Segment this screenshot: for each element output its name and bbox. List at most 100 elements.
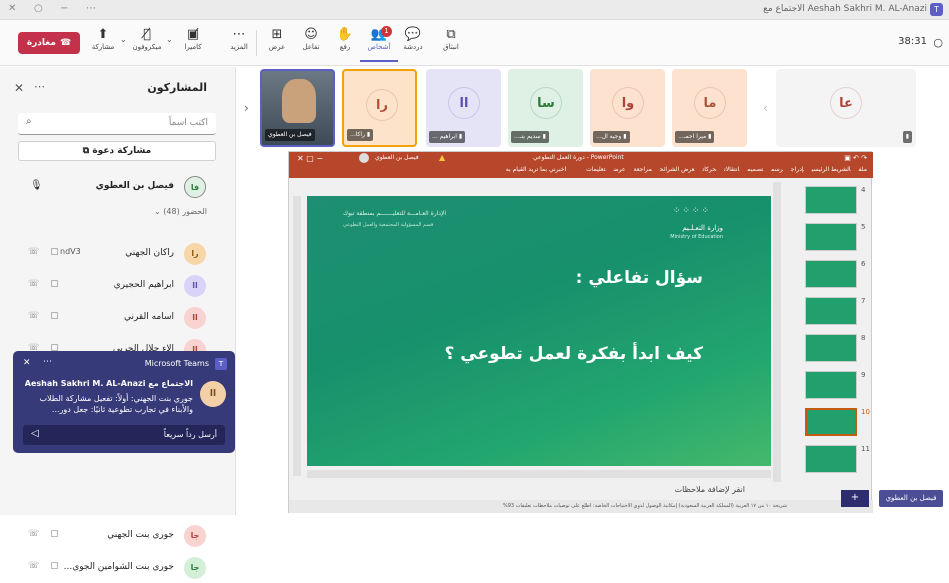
people-badge: 1 (381, 26, 392, 37)
slide-canvas[interactable]: الإدارة العـامـــة للتعليـــــــم بمنطقة… (307, 196, 771, 466)
slide-thumbnail[interactable] (805, 445, 857, 473)
popout-button[interactable]: ⧉ انبثاق (432, 26, 470, 51)
meeting-timer: 38:31 (898, 36, 927, 47)
maximize-icon[interactable]: ○ (34, 3, 43, 14)
more-button[interactable]: ⋯ المزيد (220, 26, 258, 51)
notes-pane[interactable]: انقر لإضافة ملاحظات (307, 482, 771, 498)
slide-scrollbar[interactable] (773, 182, 781, 482)
chevron-left-icon[interactable]: ‹ (763, 101, 768, 115)
participant-tile[interactable]: وا ▮ وجيه ال... (590, 69, 665, 147)
slide-ministry-en: Ministry of Education (670, 234, 723, 240)
notification-toast[interactable]: ✕ ⋯ Microsoft Teams T الاجتماع مع Aeshah… (13, 351, 235, 453)
ppt-menu-item[interactable]: عرض (614, 166, 626, 173)
tell-me-text[interactable]: أخبرني بما تريد القيام به (506, 166, 566, 173)
more-icon[interactable]: ⋯ (86, 3, 96, 14)
chat-button[interactable]: 💬 دردشة (394, 26, 432, 51)
tile-name: ▮ سديم بنـ... (511, 131, 549, 143)
send-icon[interactable]: ◁ (31, 428, 39, 439)
share-icon: ⧉ (82, 146, 90, 156)
slide-thumbnail[interactable] (805, 371, 857, 399)
participant-tile[interactable]: ما ▮ ميرا احمـ... (672, 69, 747, 147)
mic-on-icon: 🎙 (30, 180, 43, 191)
slide-thumbnail[interactable] (805, 186, 857, 214)
participant-name: ابراهيم الحجيري (113, 280, 174, 290)
ppt-menu-item[interactable]: حركات (703, 166, 717, 173)
slide-thumbnails: 4 5 6 7 8 9 10 11 (789, 182, 870, 482)
share-invite-button[interactable]: مشاركة دعوة ⧉ (18, 141, 216, 161)
ppt-menu-item[interactable]: إدراج (791, 166, 804, 173)
participant-tile[interactable]: فيصل بن العطوي (260, 69, 335, 147)
participant-row[interactable]: ☏ ▢ جوري بنت الجهني جا (0, 521, 236, 551)
participant-tile[interactable]: را ▮ راكا... (342, 69, 417, 147)
close-window-icon[interactable]: ✕ (8, 3, 16, 14)
slide-ministry-ar: وزارة التعـلـيم (682, 224, 723, 232)
participant-tile[interactable]: سا ▮ سديم بنـ... (508, 69, 583, 147)
save-icon[interactable]: ▣ ↶ ↷ (844, 154, 867, 162)
share-screen-icon: ⬆ (97, 27, 109, 42)
horizontal-scrollbar[interactable] (307, 470, 771, 478)
slide-thumbnail[interactable] (805, 334, 857, 362)
participant-row[interactable]: ☏ ▢ جوري بنت الشوامين الجوي... جا (0, 553, 236, 583)
notification-app: Microsoft Teams (144, 359, 209, 368)
camera-label: كاميرا (184, 43, 202, 51)
vertical-scrollbar[interactable] (293, 196, 301, 476)
participant-action-icons[interactable]: ☏ ▢ (28, 529, 63, 539)
popout-icon: ⧉ (446, 27, 456, 42)
mic-options-chevron-icon[interactable]: ⌄ (120, 35, 127, 44)
presenter-row[interactable]: 🎙 فيصل بن العطوي فا (0, 172, 236, 202)
slide-thumbnail[interactable] (805, 297, 857, 325)
participant-row[interactable]: ☏ ▢ اسامه القرني اا (0, 303, 236, 333)
quick-reply-input[interactable]: أرسل رداً سريعاً ◁ (23, 425, 225, 445)
close-window-icon[interactable]: ✕ ▢ − (297, 154, 323, 163)
tile-name-text: راكا... (350, 131, 365, 138)
minimize-icon[interactable]: − (60, 3, 68, 14)
ppt-menu-item[interactable]: تعليمات (586, 166, 605, 173)
add-icon[interactable]: + (841, 490, 869, 507)
slide-thumbnail[interactable] (805, 260, 857, 288)
shared-powerpoint-window: ✕ ▢ − فيصل بن العطوي ▲ PowerPoint - دورة… (288, 151, 873, 513)
participant-row[interactable]: ☏ ▢ ndV3 راكان الجهني را (0, 239, 236, 269)
raise-hand-label: رفع (339, 43, 351, 51)
leave-button[interactable]: مغادرة ☎ (18, 32, 80, 54)
more-options-icon[interactable]: ⋯ (43, 357, 52, 367)
ppt-menu-item[interactable]: رسم (771, 166, 783, 173)
react-label: تفاعل (302, 43, 320, 51)
panel-title: المشاركون (147, 81, 207, 94)
slide-thumbnail[interactable] (805, 408, 857, 436)
participant-action-icons[interactable]: ☏ ▢ (28, 311, 63, 321)
view-button[interactable]: ⊞ عرض (258, 26, 296, 51)
ministry-logo-icon: ⁘⁘⁘⁘ (672, 206, 711, 216)
attendees-section-header[interactable]: الحضور (48) ⌄ (154, 207, 207, 216)
camera-button[interactable]: ▣̸ كاميرا (174, 26, 212, 51)
close-icon[interactable]: ✕ (14, 81, 24, 95)
participant-action-icons[interactable]: ☏ ▢ (28, 561, 63, 571)
participant-row[interactable]: ☏ ▢ ابراهيم الحجيري اا (0, 271, 236, 301)
chevron-right-icon[interactable]: › (244, 101, 249, 115)
react-button[interactable]: ☺ تفاعل (292, 26, 330, 51)
participant-tile[interactable]: عا ▮ (776, 69, 916, 147)
participant-action-icons[interactable]: ☏ ▢ (28, 247, 63, 257)
ppt-user: فيصل بن العطوي (375, 154, 419, 161)
ppt-menu-item[interactable]: مراجعة (634, 166, 652, 173)
people-button[interactable]: 👥 1 أشخاص (360, 26, 398, 62)
ppt-menu-item[interactable]: ملف (859, 166, 867, 173)
camera-options-chevron-icon[interactable]: ⌄ (166, 35, 173, 44)
slide-number: 4 (861, 186, 866, 194)
microphone-button[interactable]: 🎙̸ ميكروفون (128, 26, 166, 51)
ppt-menu-item[interactable]: عرض الشرائح (660, 166, 695, 173)
participant-action-icons[interactable]: ☏ ▢ (28, 279, 63, 289)
share-button[interactable]: ⬆ مشاركة (84, 26, 122, 51)
slide-thumbnail[interactable] (805, 223, 857, 251)
ppt-menu-item[interactable]: تصميم (747, 166, 763, 173)
close-icon[interactable]: ✕ (23, 358, 31, 368)
raise-hand-button[interactable]: ✋ رفع (326, 26, 364, 51)
people-label: أشخاص (367, 43, 391, 51)
search-input[interactable]: اكتب اسماً ⌕ (18, 113, 216, 135)
avatar: اا (184, 275, 206, 297)
tile-name-text: وجيه ال... (596, 133, 622, 140)
more-options-icon[interactable]: ⋯ (34, 80, 45, 93)
ppt-menu-item[interactable]: الشريط الرئيسي (812, 166, 851, 173)
ppt-menu-item[interactable]: انتقالات (724, 166, 739, 173)
search-placeholder: اكتب اسماً (168, 118, 208, 128)
participant-tile[interactable]: اا ▮ ابراهيم ... (426, 69, 501, 147)
